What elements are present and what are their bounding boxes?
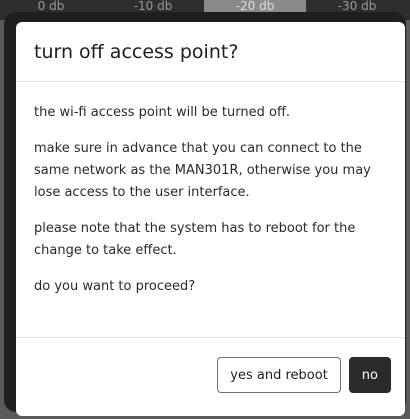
dialog-body: the wi-fi access point will be turned of… [16,82,405,338]
attenuation-option-0db: 0 db [37,0,65,12]
attenuation-option-10db: -10 db [133,0,173,12]
dialog-title: turn off access point? [34,40,239,63]
dialog-footer: yes and reboot no [16,338,405,412]
attenuation-option-20db: -20 db [204,0,306,12]
dialog-header: turn off access point? [16,22,405,82]
dialog-message-2: make sure in advance that you can connec… [34,141,371,200]
dialog-message-4: do you want to proceed? [34,279,196,294]
yes-and-reboot-button[interactable]: yes and reboot [217,357,341,393]
no-button[interactable]: no [348,357,391,393]
dialog-message-3: please note that the system has to reboo… [34,221,356,258]
attenuation-option-30db: -30 db [337,0,377,12]
confirm-dialog: turn off access point? the wi-fi access … [16,22,405,416]
dialog-message-1: the wi-fi access point will be turned of… [34,105,291,120]
